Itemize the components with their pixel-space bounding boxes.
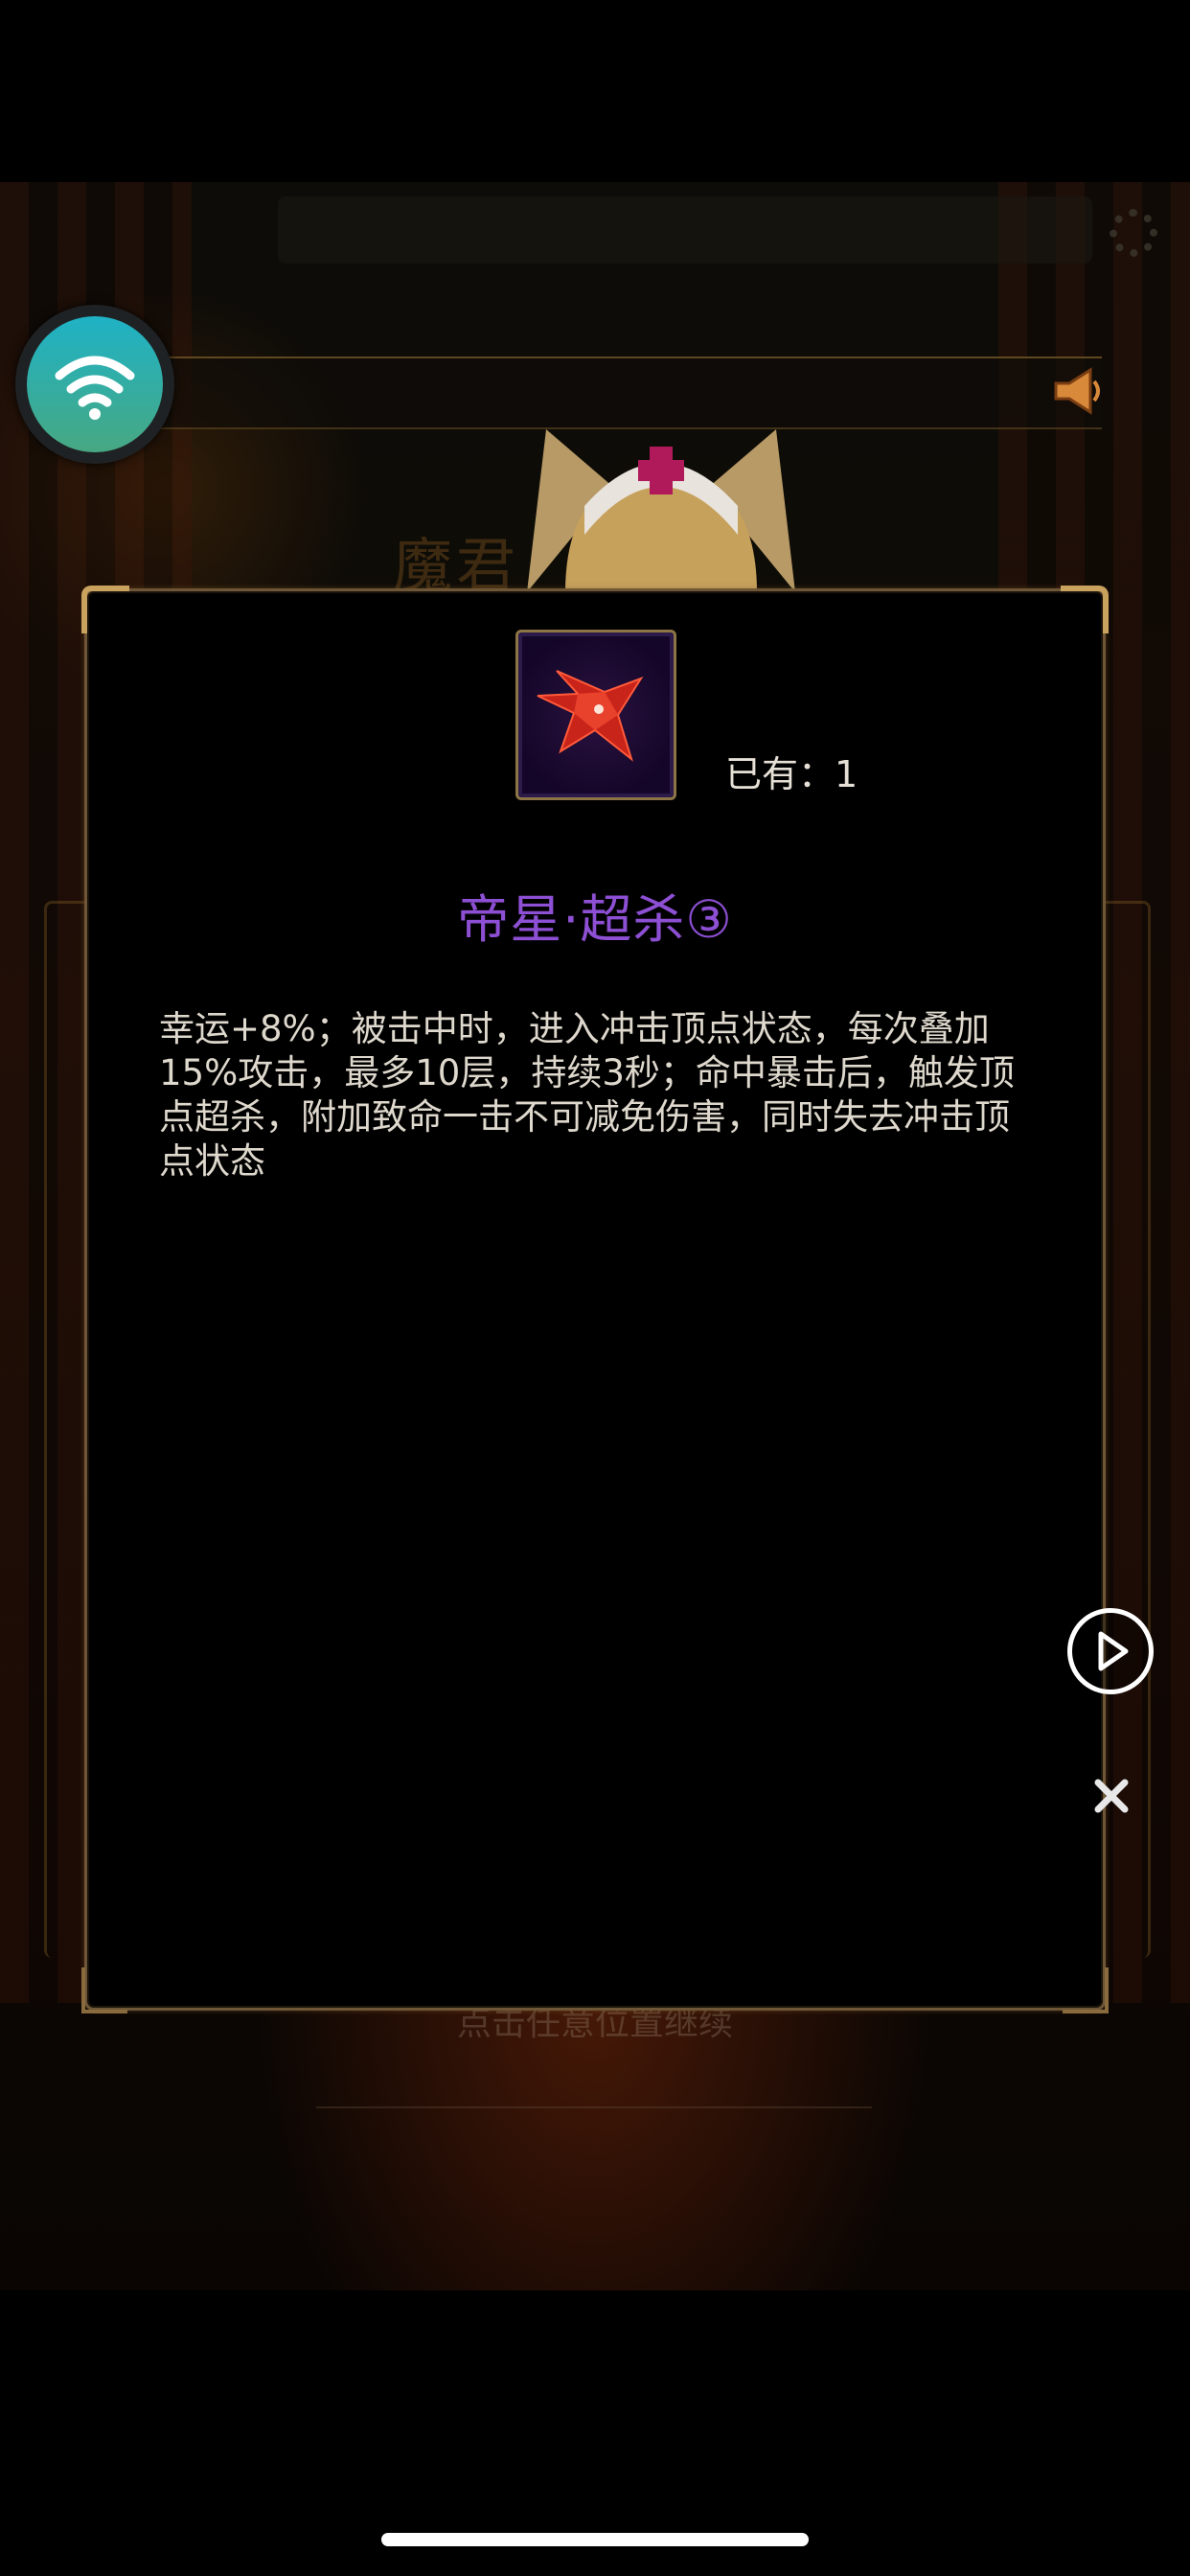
item-name: 帝星·超杀③ [457,889,733,950]
frame-corner [1063,1967,1109,2013]
announcement-ticker [144,356,1102,429]
network-button[interactable] [15,305,174,464]
gear-icon[interactable] [1110,209,1157,257]
character-portrait [527,429,795,592]
frame-corner [81,586,129,633]
wifi-icon [27,316,163,452]
top-resource-bar [278,196,1092,264]
close-icon[interactable] [1090,1775,1133,1817]
speaker-icon[interactable] [1048,362,1106,420]
owned-count: 已有：1 [725,753,858,795]
home-indicator[interactable] [381,2533,809,2546]
item-detail-modal: 已有：1 帝星·超杀③ 幸运+8%；被击中时，进入冲击顶点状态，每次叠加15%攻… [81,586,1109,2013]
item-icon-frame [515,630,676,800]
frame-corner [81,1967,127,2013]
play-button[interactable] [1067,1608,1154,1694]
item-description: 幸运+8%；被击中时，进入冲击顶点状态，每次叠加15%攻击，最多10层，持续3秒… [159,1008,1015,1182]
play-icon [1098,1631,1129,1671]
red-star-gem-icon [537,670,644,762]
divider [316,2106,872,2108]
frame-corner [1061,586,1109,633]
